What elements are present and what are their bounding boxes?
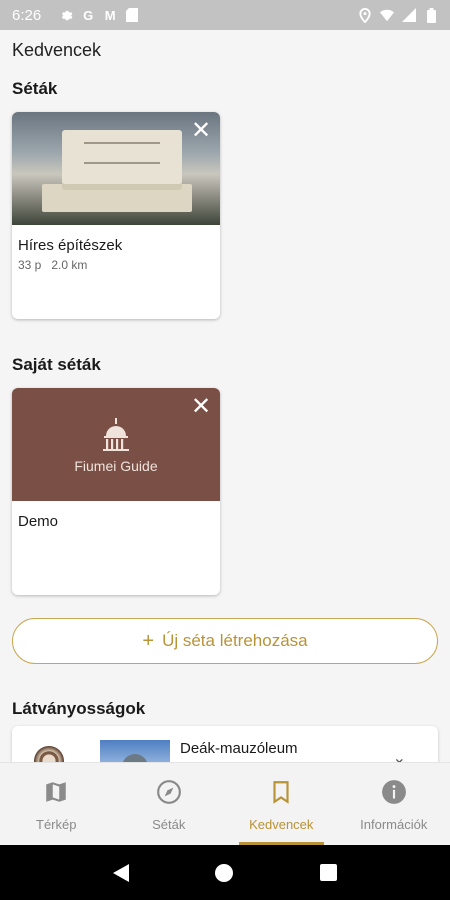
battery-icon	[424, 7, 438, 23]
wifi-icon	[380, 8, 394, 22]
info-icon	[381, 780, 406, 804]
signal-icon	[402, 8, 416, 22]
section-title-sights: Látványosságok	[12, 699, 146, 718]
location-icon	[358, 7, 372, 23]
home-icon[interactable]	[215, 863, 234, 882]
nav-label-info: Információk	[360, 817, 428, 832]
own-walk-logo-text: Fiumei Guide	[74, 457, 158, 474]
google-icon: G	[83, 7, 94, 23]
own-walk-card[interactable]: Fiumei Guide ✕ Demo	[12, 388, 220, 595]
own-walk-card-title: Demo	[18, 513, 59, 530]
bookmark-icon	[273, 781, 289, 804]
close-icon[interactable]: ✕	[190, 395, 212, 419]
gmail-icon: M	[104, 7, 116, 23]
system-navigation-bar	[0, 845, 450, 900]
plus-icon: +	[142, 629, 155, 652]
bottom-navigation: Térkép Séták Kedvencek Információk	[0, 762, 450, 845]
status-bar: 6:26 G M	[0, 0, 450, 30]
create-walk-button[interactable]: + Új séta létrehozása	[12, 618, 438, 664]
gear-icon	[59, 8, 73, 22]
create-walk-label: Új séta létrehozása	[162, 631, 308, 650]
section-title-own-walks: Saját séták	[12, 355, 101, 374]
status-bar-right	[358, 7, 438, 23]
map-icon	[46, 782, 66, 802]
close-icon[interactable]: ✕	[190, 119, 212, 143]
sight-name: Deák-mauzóleum	[180, 740, 298, 757]
nav-label-favorites: Kedvencek	[249, 817, 314, 832]
walk-card-meta: 33 p 2.0 km	[12, 254, 220, 272]
back-icon[interactable]	[113, 863, 130, 882]
sd-card-icon	[125, 8, 139, 22]
walk-card-title: Híres építészek	[18, 237, 123, 254]
monument-inscription	[84, 142, 160, 164]
nav-item-walks[interactable]: Séták	[113, 763, 226, 845]
nav-label-walks: Séták	[152, 817, 186, 832]
nav-item-info[interactable]: Információk	[338, 763, 450, 845]
own-walk-card-image: Fiumei Guide ✕	[12, 388, 220, 501]
building-logo-icon	[103, 417, 129, 451]
status-time: 6:26	[12, 6, 42, 24]
nav-item-favorites[interactable]: Kedvencek	[225, 763, 338, 845]
compass-icon	[156, 780, 181, 804]
walk-card-image: ✕	[12, 112, 220, 225]
page-title: Kedvencek	[12, 40, 102, 60]
walk-card-distance: 2.0 km	[51, 258, 88, 272]
nav-item-map[interactable]: Térkép	[0, 763, 113, 845]
walk-card[interactable]: ✕ Híres építészek 33 p 2.0 km	[12, 112, 220, 319]
status-bar-left: 6:26 G M	[12, 7, 139, 24]
section-title-walks: Séták	[12, 79, 58, 98]
walk-card-duration: 33 p	[18, 258, 42, 272]
recents-icon[interactable]	[319, 864, 337, 881]
nav-label-map: Térkép	[36, 817, 77, 832]
